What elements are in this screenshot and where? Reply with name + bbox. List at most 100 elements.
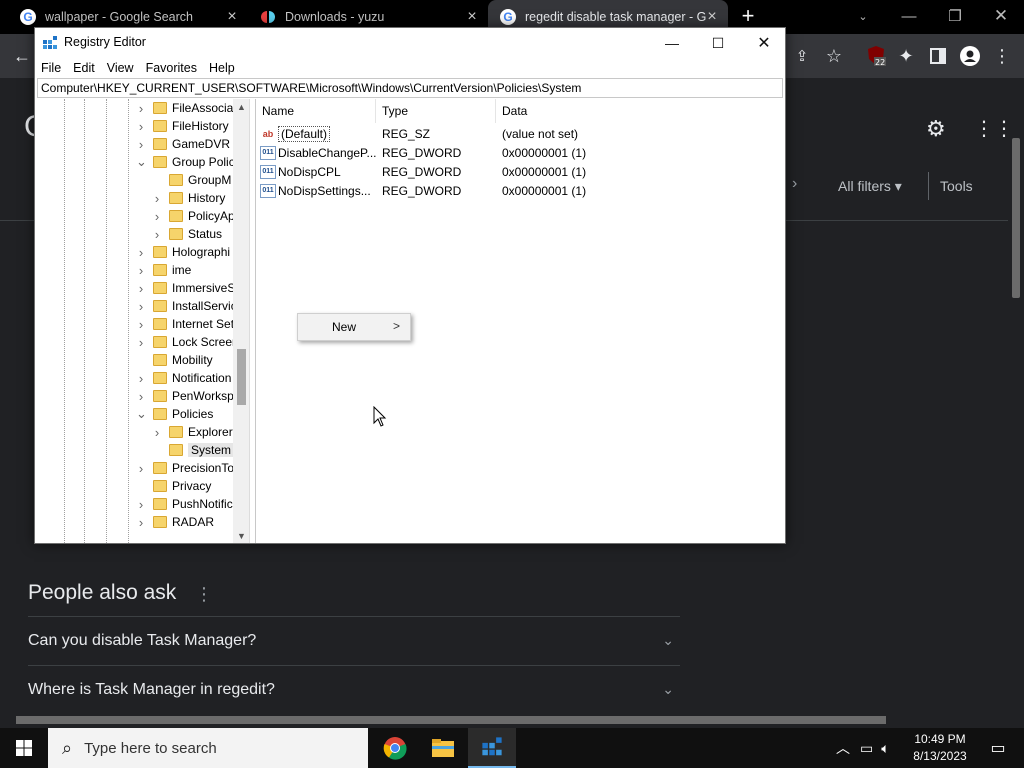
chrome-menu-icon[interactable]: ⋮ — [988, 42, 1016, 70]
new-tab-button[interactable]: + — [736, 5, 760, 29]
restore-button[interactable]: ❐ — [932, 0, 978, 32]
expand-chevron-icon[interactable]: › — [152, 425, 162, 440]
close-window-button[interactable]: ✕ — [978, 0, 1024, 32]
expand-chevron-icon[interactable]: › — [136, 281, 146, 296]
tree-node-radar[interactable]: › RADAR — [136, 513, 214, 531]
tree-node-lock-screen[interactable]: › Lock Screen — [136, 333, 239, 351]
tools-button[interactable]: Tools — [940, 178, 973, 194]
paa-question[interactable]: Where is Task Manager in regedit? ⌄ — [28, 665, 680, 712]
close-icon[interactable]: × — [224, 9, 240, 25]
address-bar[interactable]: Computer\HKEY_CURRENT_USER\SOFTWARE\Micr… — [37, 78, 783, 98]
network-icon[interactable]: ▭ — [860, 740, 873, 757]
google-apps-icon[interactable]: ⋮⋮ — [974, 116, 1008, 141]
tree-node-privacy[interactable]: Privacy — [136, 477, 211, 495]
expand-chevron-icon[interactable]: › — [152, 209, 162, 224]
taskbar-registry-editor[interactable] — [468, 728, 516, 768]
scroll-thumb[interactable] — [237, 349, 246, 405]
share-icon[interactable]: ⇪ — [788, 42, 816, 70]
paa-question[interactable]: Can you disable Task Manager? ⌄ — [28, 616, 680, 665]
taskbar-file-explorer[interactable] — [419, 728, 467, 768]
menu-file[interactable]: File — [35, 61, 67, 75]
taskbar-search-box[interactable]: ⌕ Type here to search — [48, 728, 368, 768]
scroll-up-icon[interactable]: ▲ — [237, 102, 246, 112]
column-name[interactable]: Name — [256, 99, 376, 123]
title-bar[interactable]: Registry Editor — ☐ ✕ — [35, 28, 785, 58]
expand-chevron-icon[interactable]: › — [136, 245, 146, 260]
collapse-chevron-icon[interactable]: ⌄ — [136, 406, 147, 422]
maximize-button[interactable]: ☐ — [695, 28, 741, 58]
menu-view[interactable]: View — [101, 61, 140, 75]
expand-chevron-icon[interactable]: › — [136, 497, 146, 512]
settings-gear-icon[interactable]: ⚙ — [926, 116, 946, 142]
tree-vertical-scrollbar[interactable]: ▲ ▼ — [233, 99, 249, 543]
tree-node-fileassocia[interactable]: › FileAssocia — [136, 99, 234, 117]
tree-node-penworksp[interactable]: › PenWorksp — [136, 387, 234, 405]
scroll-thumb[interactable] — [1012, 138, 1020, 298]
expand-chevron-icon[interactable]: › — [152, 191, 162, 206]
tree-node-mobility[interactable]: Mobility — [136, 351, 213, 369]
tree-node-system[interactable]: System — [152, 441, 235, 459]
taskbar-clock[interactable]: 10:49 PM 8/13/2023 — [908, 731, 972, 765]
value-row[interactable]: 011 NoDispCPL REG_DWORD 0x00000001 (1) — [260, 162, 586, 181]
bookmark-star-icon[interactable]: ☆ — [820, 42, 848, 70]
back-icon[interactable]: ← — [8, 42, 36, 70]
tree-node-gamedvr[interactable]: › GameDVR — [136, 135, 230, 153]
page-vertical-scrollbar[interactable] — [1008, 78, 1024, 712]
expand-chevron-icon[interactable]: › — [136, 461, 146, 476]
tree-node-policyap[interactable]: › PolicyAp — [152, 207, 235, 225]
expand-chevron-icon[interactable]: › — [136, 299, 146, 314]
expand-chevron-icon[interactable]: › — [136, 263, 146, 278]
tree-node-status[interactable]: › Status — [152, 225, 222, 243]
tree-node-notification[interactable]: › Notification — [136, 369, 232, 387]
expand-chevron-icon[interactable]: › — [136, 371, 146, 386]
menu-favorites[interactable]: Favorites — [140, 61, 203, 75]
tree-node-groupm[interactable]: GroupM — [152, 171, 231, 189]
tree-node-filehistory[interactable]: › FileHistory — [136, 117, 229, 135]
volume-icon[interactable]: 🔈︎ — [881, 740, 889, 757]
key-tree-pane[interactable]: › FileAssocia › FileHistory › GameDVR ⌄ Group P… — [36, 99, 250, 543]
collapse-chevron-icon[interactable]: ⌄ — [136, 154, 147, 170]
notification-center-icon[interactable]: ▭ — [978, 728, 1018, 768]
expand-chevron-icon[interactable]: › — [136, 317, 146, 332]
expand-chevron-icon[interactable]: › — [136, 137, 146, 152]
tree-node-immersives[interactable]: › ImmersiveS — [136, 279, 236, 297]
column-data[interactable]: Data — [496, 99, 616, 123]
expand-chevron-icon[interactable]: › — [136, 389, 146, 404]
tree-node-history[interactable]: › History — [152, 189, 226, 207]
profile-avatar-icon[interactable] — [956, 42, 984, 70]
value-row[interactable]: ab (Default) REG_SZ (value not set) — [260, 124, 578, 143]
scroll-down-icon[interactable]: ▼ — [237, 531, 246, 541]
extensions-puzzle-icon[interactable]: ✦ — [892, 42, 920, 70]
expand-chevron-icon[interactable]: › — [136, 515, 146, 530]
chevron-right-icon[interactable]: › — [792, 175, 797, 193]
context-menu-new[interactable]: New — [332, 320, 356, 334]
column-type[interactable]: Type — [376, 99, 496, 123]
tree-node-ime[interactable]: › ime — [136, 261, 192, 279]
tree-node-holographi[interactable]: › Holographi — [136, 243, 230, 261]
expand-chevron-icon[interactable]: › — [136, 101, 146, 116]
menu-help[interactable]: Help — [203, 61, 241, 75]
tree-node-pushnotific[interactable]: › PushNotific — [136, 495, 233, 513]
close-button[interactable]: ✕ — [741, 28, 787, 58]
tree-node-group-polic[interactable]: ⌄ Group Polic — [136, 153, 235, 171]
page-horizontal-scrollbar[interactable] — [0, 712, 1008, 728]
minimize-button[interactable]: — — [886, 0, 932, 32]
tree-node-installservic[interactable]: › InstallServic — [136, 297, 237, 315]
menu-edit[interactable]: Edit — [67, 61, 101, 75]
taskbar-chrome[interactable] — [371, 728, 419, 768]
expand-chevron-icon[interactable]: › — [136, 119, 146, 134]
tree-node-precisionto[interactable]: › PrecisionTo — [136, 459, 234, 477]
scroll-thumb[interactable] — [16, 716, 886, 724]
tree-node-policies[interactable]: ⌄ Policies — [136, 405, 213, 423]
expand-chevron-icon[interactable]: › — [152, 227, 162, 242]
close-icon[interactable]: × — [704, 9, 720, 25]
start-button[interactable] — [0, 728, 48, 768]
minimize-button[interactable]: — — [649, 28, 695, 58]
tree-node-explorer[interactable]: › Explorer — [152, 423, 233, 441]
value-row[interactable]: 011 DisableChangeP... REG_DWORD 0x000000… — [260, 143, 586, 162]
ublock-extension-icon[interactable]: 22 — [862, 42, 890, 70]
close-icon[interactable]: × — [464, 9, 480, 25]
value-row[interactable]: 011 NoDispSettings... REG_DWORD 0x000000… — [260, 181, 586, 200]
more-options-icon[interactable]: ⋮ — [195, 584, 213, 605]
side-panel-icon[interactable] — [924, 42, 952, 70]
